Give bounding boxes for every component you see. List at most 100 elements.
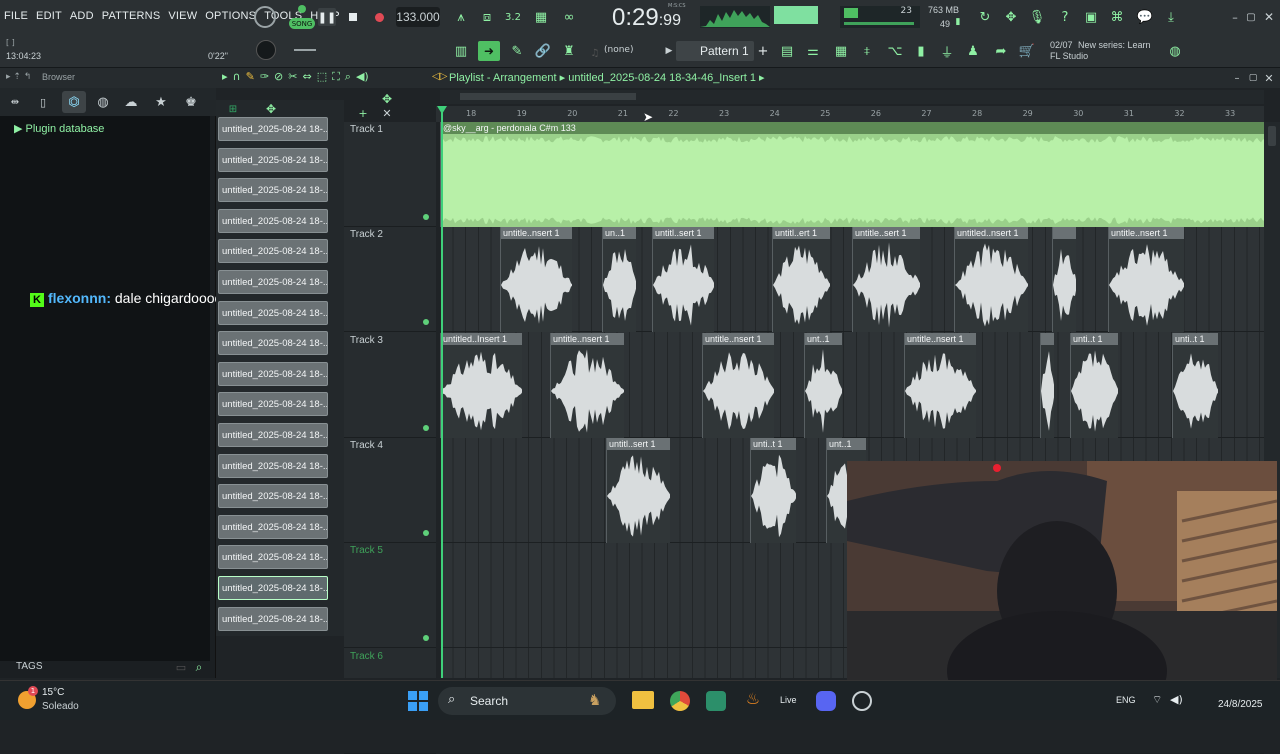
speaker-icon[interactable]: ◀) bbox=[356, 70, 369, 86]
panic-icon[interactable]: ✥ bbox=[1002, 8, 1020, 26]
wait-input-icon[interactable]: ⧈ bbox=[478, 8, 496, 26]
stop-button[interactable] bbox=[344, 8, 362, 26]
menu-file[interactable]: FILE bbox=[4, 10, 28, 22]
x-icon[interactable]: ✕ bbox=[378, 104, 396, 122]
step-edit-icon[interactable]: ▦ bbox=[532, 8, 550, 26]
fl-studio-icon[interactable]: ♨ bbox=[742, 689, 764, 713]
save-icon[interactable]: ▣ bbox=[1082, 8, 1100, 26]
weather-desc[interactable]: Soleado bbox=[42, 701, 79, 712]
track-enable-led[interactable] bbox=[423, 529, 429, 536]
pattern-item[interactable]: untitled_2025-08-24 18-... bbox=[218, 270, 328, 294]
audio-clip[interactable] bbox=[1040, 332, 1054, 438]
audio-clip[interactable]: unti..t 1 bbox=[750, 437, 796, 543]
track-enable-led[interactable] bbox=[423, 214, 429, 220]
tags-search-icon[interactable]: ⌕ bbox=[190, 658, 208, 676]
audio-clip[interactable]: untitle..nsert 1 bbox=[500, 227, 572, 333]
pattern-item[interactable]: untitled_2025-08-24 18-... bbox=[218, 484, 328, 509]
pattern-item[interactable]: untitled_2025-08-24 18-... bbox=[218, 178, 328, 203]
pattern-item[interactable]: untitled_2025-08-24 18-... bbox=[218, 514, 328, 539]
shirt-icon[interactable]: ♚ bbox=[182, 93, 200, 111]
audio-clip[interactable]: untitl..sert 1 bbox=[652, 227, 714, 333]
master-volume-knob[interactable] bbox=[254, 6, 276, 28]
tempo-display[interactable]: 133.000 bbox=[396, 7, 440, 27]
track-enable-led[interactable] bbox=[423, 635, 429, 642]
tags-folder-icon[interactable]: ▭ bbox=[172, 658, 190, 676]
blend-notes-icon[interactable]: ∞ bbox=[560, 8, 578, 26]
menu-patterns[interactable]: PATTERNS bbox=[102, 10, 161, 22]
pattern-item[interactable]: untitled_2025-08-24 18-... bbox=[218, 361, 328, 386]
magnet-icon[interactable]: ∩ bbox=[233, 70, 241, 86]
pattern-item[interactable]: untitled_2025-08-24 18-... bbox=[218, 423, 328, 447]
volume-icon[interactable]: ◀) bbox=[1170, 693, 1183, 706]
discord-icon[interactable] bbox=[816, 691, 836, 711]
plugin-icon[interactable]: ⌘ bbox=[1108, 8, 1126, 26]
audio-clip[interactable]: unti..t 1 bbox=[1172, 332, 1218, 438]
weather-temp[interactable]: 15°C bbox=[42, 687, 64, 698]
select-icon[interactable]: ⛶ bbox=[332, 70, 340, 86]
channel-rack-icon[interactable]: ⚌ bbox=[804, 42, 822, 60]
mute-icon[interactable]: ✂ bbox=[288, 70, 297, 86]
pattern-item[interactable]: untitled_2025-08-24 18-... bbox=[218, 239, 328, 264]
pattern-item[interactable]: untitled_2025-08-24 18-... bbox=[218, 392, 328, 417]
app-green-icon[interactable] bbox=[706, 691, 726, 711]
audio-clip[interactable]: untitled..nsert 1 bbox=[954, 227, 1028, 333]
track-header[interactable]: Track 1 bbox=[344, 122, 436, 227]
start-button[interactable] bbox=[408, 691, 428, 711]
overview-bar[interactable] bbox=[440, 90, 1264, 104]
pattern-item[interactable]: untitled_2025-08-24 18-... bbox=[218, 117, 328, 141]
pin-icon[interactable]: + bbox=[354, 104, 372, 122]
export-icon[interactable]: ➦ bbox=[992, 42, 1010, 60]
delete-icon[interactable]: ⊘ bbox=[274, 70, 283, 86]
link-icon[interactable]: 🔗 bbox=[534, 42, 552, 60]
chat-icon[interactable]: 💬 bbox=[1136, 8, 1154, 26]
pause-button[interactable]: ❚❚ bbox=[318, 8, 336, 26]
audio-clip[interactable]: @sky__arg - perdonala C#m 133 bbox=[440, 122, 1264, 227]
undo-icon[interactable]: ↻ bbox=[976, 8, 994, 26]
audio-clip[interactable]: untitl..ert 1 bbox=[772, 227, 830, 333]
collapse-icon[interactable]: ⇹ bbox=[6, 93, 24, 111]
track-header[interactable]: Track 4 bbox=[344, 438, 436, 543]
news-line2[interactable]: FL Studio bbox=[1050, 51, 1088, 61]
panel-close-icon[interactable]: ✕ bbox=[1260, 69, 1278, 87]
star-icon[interactable]: ★ bbox=[152, 93, 170, 111]
pattern-item[interactable]: untitled_2025-08-24 18-... bbox=[218, 545, 328, 570]
track-header[interactable]: Track 5 bbox=[344, 543, 436, 649]
taskbar-date[interactable]: 24/8/2025 bbox=[1218, 699, 1263, 710]
draw-icon[interactable]: ✎ bbox=[246, 70, 255, 86]
play-icon[interactable]: ▸ bbox=[222, 70, 228, 86]
piano-roll-icon[interactable]: ▥ bbox=[452, 42, 470, 60]
mixer-icon[interactable]: ▦ bbox=[832, 42, 850, 60]
snap-button[interactable]: ➜ bbox=[478, 41, 500, 61]
news-line1[interactable]: New series: Learn bbox=[1078, 40, 1151, 50]
help-icon[interactable]: ? bbox=[1056, 8, 1074, 26]
audio-clip[interactable]: unt..1 bbox=[804, 332, 842, 438]
zoom-icon[interactable]: ⌕ bbox=[345, 70, 351, 86]
track-enable-led[interactable] bbox=[423, 424, 429, 431]
menu-view[interactable]: VIEW bbox=[168, 10, 197, 22]
plugin-database-item[interactable]: ▶ Plugin database bbox=[14, 122, 104, 135]
audio-clip[interactable]: untitle..nsert 1 bbox=[904, 332, 976, 438]
close-icon[interactable]: ✕ bbox=[1260, 8, 1278, 26]
pattern-item[interactable]: untitled_2025-08-24 18-... bbox=[218, 300, 328, 325]
world-icon[interactable]: ◍ bbox=[94, 93, 112, 111]
paint-icon[interactable]: ✑ bbox=[260, 70, 269, 86]
taskbar-search[interactable]: ⌕ Search ♞ bbox=[438, 687, 616, 715]
playlist-icon[interactable]: ▤ bbox=[778, 42, 796, 60]
add-pattern-icon[interactable]: + bbox=[754, 42, 772, 60]
download-icon[interactable]: ⤓ bbox=[1162, 8, 1180, 26]
chrome-icon[interactable] bbox=[670, 691, 690, 711]
network-icon[interactable]: ⌔ bbox=[1152, 693, 1162, 707]
pencil-tool-icon[interactable]: ✎ bbox=[508, 42, 526, 60]
sliders-icon[interactable]: ⧧ bbox=[858, 42, 876, 60]
pat-song-toggle[interactable]: SONG bbox=[289, 18, 315, 29]
slice-icon[interactable]: ⬚ bbox=[317, 70, 327, 86]
record-button[interactable] bbox=[370, 8, 388, 26]
pattern-item[interactable]: untitled_2025-08-24 18-... bbox=[218, 606, 328, 631]
language-indicator[interactable]: ENG bbox=[1116, 695, 1136, 705]
pattern-item[interactable]: untitled_2025-08-24 18-... bbox=[218, 453, 328, 478]
master-pitch-knob[interactable] bbox=[256, 40, 276, 60]
slip-icon[interactable]: ⇔ bbox=[302, 70, 311, 86]
audio-clip[interactable]: unti..t 1 bbox=[1070, 332, 1118, 438]
metronome-icon[interactable]: ⩚ bbox=[452, 8, 470, 26]
audio-clip[interactable]: untitle..sert 1 bbox=[852, 227, 920, 333]
